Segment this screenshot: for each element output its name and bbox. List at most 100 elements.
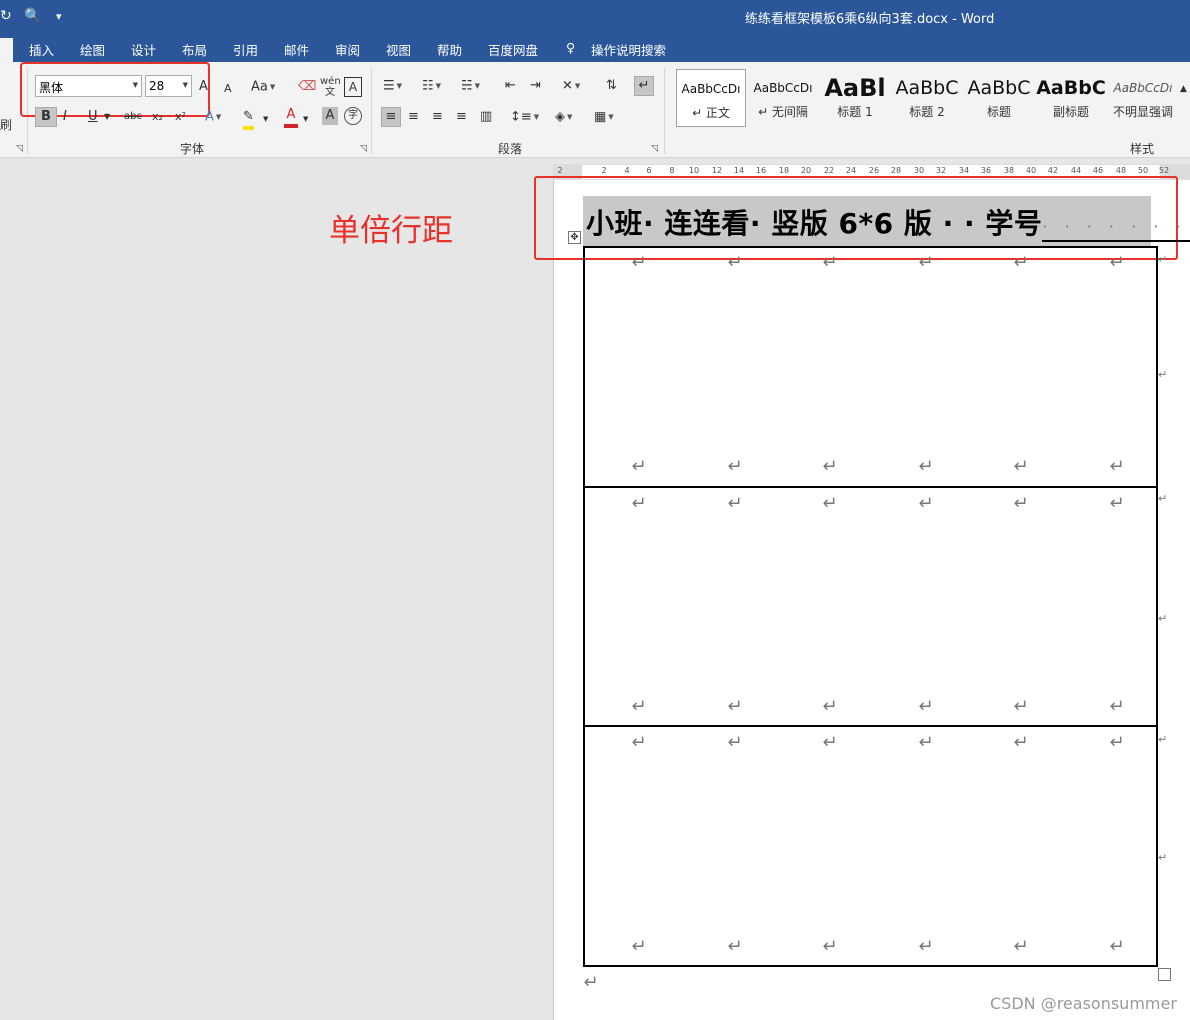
window-title: 练练看框架模板6乘6纵向3套.docx - Word	[745, 12, 995, 27]
increase-indent-icon[interactable]: ⇥	[530, 77, 541, 95]
clear-formatting-icon[interactable]: ⌫	[298, 78, 316, 96]
ruler-tick: 18	[778, 166, 790, 175]
paragraph-mark: ↵	[1109, 456, 1125, 477]
paragraph-mark: ↵	[822, 456, 838, 477]
phonetic-guide-button[interactable]: wén文	[320, 76, 341, 98]
text-effects-button[interactable]: A ▼	[205, 108, 221, 127]
customize-icon[interactable]: ▾	[56, 10, 62, 23]
gallery-up-icon[interactable]: ▲	[1180, 80, 1187, 98]
tab-design[interactable]: 设计	[131, 40, 156, 59]
decrease-indent-icon[interactable]: ⇤	[505, 77, 516, 95]
ruler-tick: 2	[601, 166, 607, 175]
tell-me-search[interactable]: 操作说明搜索	[591, 40, 666, 59]
ruler-tick: 6	[646, 166, 652, 175]
justify-icon[interactable]: ≡	[456, 108, 467, 126]
char-shading-button[interactable]: A	[322, 107, 338, 125]
style-heading-2[interactable]: AaBbC 标题 2	[892, 69, 962, 127]
align-right-icon[interactable]: ≡	[432, 108, 443, 126]
print-preview-icon[interactable]: 🔍	[24, 8, 41, 24]
tab-insert[interactable]: 插入	[29, 40, 54, 59]
style-subtle-emphasis[interactable]: AaBbCcDı 不明显强调	[1108, 69, 1178, 127]
clipboard-launcher-icon[interactable]: ◹	[16, 144, 23, 154]
chinese-layout-icon[interactable]: ✕ ▼	[562, 77, 580, 96]
style-sample: AaBbCcDı	[1113, 81, 1173, 95]
font-launcher-icon[interactable]: ◹	[360, 144, 367, 154]
styles-group-label: 样式	[1130, 142, 1155, 156]
multilevel-list-icon[interactable]: ☵ ▼	[461, 77, 480, 96]
chevron-down-icon[interactable]: ▼	[263, 110, 268, 128]
lightbulb-icon: ♀	[566, 40, 576, 55]
style-subtitle[interactable]: AaBbC 副标题	[1036, 69, 1106, 127]
ruler-tick: 42	[1047, 166, 1059, 175]
numbering-icon[interactable]: ☷ ▼	[422, 77, 441, 96]
char-border-button[interactable]: A	[344, 77, 362, 97]
tab-view[interactable]: 视图	[386, 40, 411, 59]
paragraph-mark: ↵	[727, 493, 743, 514]
table-resize-handle-icon[interactable]	[1158, 968, 1171, 981]
bold-button[interactable]: B	[35, 107, 57, 127]
row-end-mark: ↵	[1158, 851, 1168, 864]
line-spacing-icon[interactable]: ↕≡ ▼	[510, 108, 539, 127]
table-move-handle-icon[interactable]: ✥	[568, 231, 581, 244]
style-heading-1[interactable]: AaBl 标题 1	[820, 69, 890, 127]
borders-icon[interactable]: ▦ ▼	[594, 108, 614, 127]
redo-icon[interactable]: ↻	[0, 8, 12, 24]
font-color-button[interactable]: A	[284, 106, 298, 128]
tab-review[interactable]: 审阅	[335, 40, 360, 59]
shrink-font-button[interactable]: A	[224, 80, 232, 98]
format-painter-label[interactable]: 刷	[0, 116, 12, 134]
sort-icon[interactable]: ⇅	[606, 77, 617, 95]
underline-button[interactable]: U	[88, 108, 98, 126]
worksheet-table[interactable]	[583, 246, 1158, 967]
paragraph-mark: ↵	[1109, 696, 1125, 717]
tab-help[interactable]: 帮助	[437, 40, 462, 59]
paragraph-mark: ↵	[822, 936, 838, 957]
strikethrough-button[interactable]: abc	[124, 108, 142, 126]
tab-draw[interactable]: 绘图	[80, 40, 105, 59]
align-center-icon[interactable]: ≡	[408, 108, 419, 126]
document-heading[interactable]: 小班· 连连看· 竖版 6*6 版 · · 学号· · · · · · · ·	[586, 202, 1190, 242]
show-marks-icon[interactable]: ↵	[634, 76, 654, 96]
change-case-button[interactable]: Aa ▼	[251, 78, 275, 97]
ruler-tick: 30	[913, 166, 925, 175]
italic-button[interactable]: I	[63, 108, 67, 126]
paragraph-mark: ↵	[727, 732, 743, 753]
ruler-tick: 26	[868, 166, 880, 175]
superscript-button[interactable]: x²	[175, 108, 186, 126]
paragraph-mark: ↵	[631, 696, 647, 717]
distributed-icon[interactable]: ▥	[480, 108, 492, 126]
align-left-icon[interactable]: ≡	[381, 107, 401, 127]
paragraph-mark: ↵	[1013, 696, 1029, 717]
paragraph-mark: ↵	[727, 696, 743, 717]
paragraph-mark: ↵	[918, 732, 934, 753]
bullets-icon[interactable]: ☰ ▼	[383, 77, 402, 96]
ruler-tick: 50	[1137, 166, 1149, 175]
tab-references[interactable]: 引用	[233, 40, 258, 59]
subscript-button[interactable]: x₂	[152, 108, 163, 126]
paragraph-mark: ↵	[918, 696, 934, 717]
ruler-tick: 32	[935, 166, 947, 175]
ruler-tick: 40	[1025, 166, 1037, 175]
tab-mailings[interactable]: 邮件	[284, 40, 309, 59]
tab-baidu-netdisk[interactable]: 百度网盘	[488, 40, 538, 59]
paragraph-launcher-icon[interactable]: ◹	[651, 144, 658, 154]
highlight-color-icon[interactable]: ✎	[243, 108, 254, 130]
chevron-down-icon[interactable]: ▼	[104, 108, 110, 126]
ruler-tick: 24	[845, 166, 857, 175]
style-name: 标题 2	[909, 105, 945, 119]
table-row-divider	[585, 486, 1156, 488]
grow-font-button[interactable]: A	[199, 78, 208, 96]
tab-layout[interactable]: 布局	[182, 40, 207, 59]
chevron-down-icon[interactable]: ▼	[303, 110, 308, 128]
shading-icon[interactable]: ◈ ▼	[555, 108, 572, 127]
style-normal[interactable]: AaBbCcDı ↵ 正文	[676, 69, 746, 127]
paragraph-mark: ↵	[1013, 493, 1029, 514]
style-no-spacing[interactable]: AaBbCcDı ↵ 无间隔	[748, 69, 818, 127]
paragraph-mark: ↵	[1109, 732, 1125, 753]
ribbon-tabs: 插入 绘图 设计 布局 引用 邮件 审阅 视图 帮助 百度网盘 ♀ 操作说明搜索	[0, 34, 1190, 62]
tab-home-partial[interactable]	[0, 38, 13, 62]
paragraph-mark: ↵	[1013, 936, 1029, 957]
enclose-char-button[interactable]: 字	[344, 107, 362, 125]
blank-dots: · · · · · · · ·	[1042, 217, 1190, 236]
style-title[interactable]: AaBbC 标题	[964, 69, 1034, 127]
